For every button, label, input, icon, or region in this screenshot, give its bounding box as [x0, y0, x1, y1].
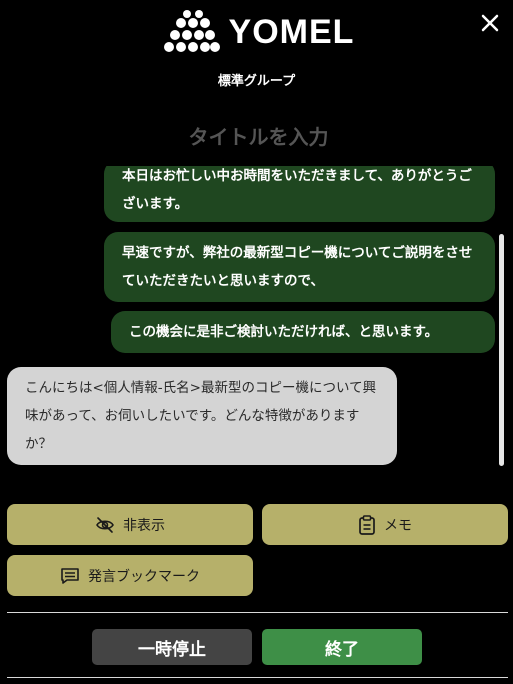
bookmark-button[interactable]: 発言ブックマーク — [7, 555, 253, 596]
pause-button[interactable]: 一時停止 — [92, 629, 252, 665]
divider — [7, 677, 508, 678]
end-button[interactable]: 終了 — [262, 629, 422, 665]
memo-button[interactable]: メモ — [262, 504, 508, 545]
message-bubble-self: 本日はお忙しい中お時間をいただきまして、ありがとうございます。 — [104, 166, 495, 222]
group-label: 標準グループ — [217, 74, 296, 89]
dot-network-logo — [163, 10, 220, 52]
hide-button[interactable]: 非表示 — [7, 504, 253, 545]
message-lines-icon — [61, 567, 79, 584]
transcript-scrollbar[interactable] — [499, 234, 504, 466]
hide-button-label: 非表示 — [123, 517, 165, 534]
message-bubble-other: こんにちは<個人情報-氏名>最新型のコピー機について興味があって、お伺いしたいで… — [7, 367, 397, 465]
end-button-label: 終了 — [325, 639, 359, 660]
logo-text: YOMEL — [228, 12, 355, 51]
pause-button-label: 一時停止 — [138, 639, 206, 660]
transcript-area[interactable]: 本日はお忙しい中お時間をいただきまして、ありがとうございます。 早速ですが、弊社… — [0, 166, 513, 472]
app-logo: YOMEL — [0, 10, 513, 54]
message-bubble-self: 早速ですが、弊社の最新型コピー機についてご説明をさせていただきたいと思いますので… — [104, 232, 495, 302]
recording-screen: YOMEL 標準グループ 本日はお忙しい中お時間をいただきまして、ありがとうござ… — [0, 0, 513, 684]
message-bubble-self: この機会に是非ご検討いただければ、と思います。 — [111, 311, 495, 353]
eye-off-icon — [96, 516, 114, 533]
divider — [7, 612, 508, 613]
bookmark-button-label: 発言ブックマーク — [88, 568, 200, 585]
title-input[interactable] — [100, 118, 417, 156]
memo-button-label: メモ — [384, 517, 412, 534]
clipboard-icon — [359, 514, 375, 535]
